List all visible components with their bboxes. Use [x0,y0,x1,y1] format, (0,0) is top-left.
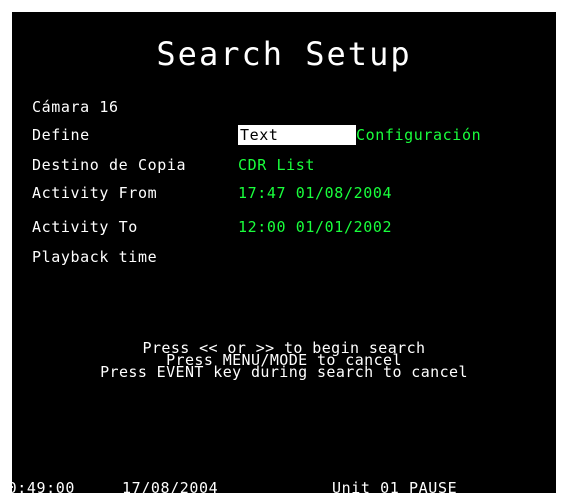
page-title: Search Setup [156,35,412,73]
copy-destination-row[interactable]: Destino de Copia CDR List [32,154,314,176]
camera-row: Cámara 16 [32,96,119,118]
activity-to-value[interactable]: 12:00 01/01/2002 [238,216,392,238]
define-value[interactable]: Configuración [356,124,481,146]
activity-to-label: Activity To [32,218,138,236]
copy-destination-label: Destino de Copia [32,156,187,174]
status-time: 10:49:00 [12,479,76,493]
instruction-line: Press EVENT key during search to cancel [100,363,468,381]
define-row[interactable]: Define Text Configuración [32,124,481,146]
playback-time-row[interactable]: Playback time [32,246,157,268]
status-date: 17/08/2004 [122,479,219,493]
activity-from-row[interactable]: Activity From 17:47 01/08/2004 [32,182,391,204]
copy-destination-value[interactable]: CDR List [238,154,315,176]
camera-label: Cámara 16 [32,98,119,116]
activity-from-label: Activity From [32,184,158,202]
status-unit: Unit 01 PAUSE [332,479,458,493]
activity-from-value[interactable]: 17:47 01/08/2004 [238,182,392,204]
playback-time-label: Playback time [32,248,158,266]
define-label: Define [32,126,90,144]
activity-to-row[interactable]: Activity To 12:00 01/01/2002 [32,216,391,238]
instructions-block: Press << or >> to begin search Press MEN… [12,341,556,381]
define-input[interactable]: Text [238,125,356,145]
dvr-osd-screen: Search Setup Cámara 16 Define Text Confi… [12,12,556,493]
